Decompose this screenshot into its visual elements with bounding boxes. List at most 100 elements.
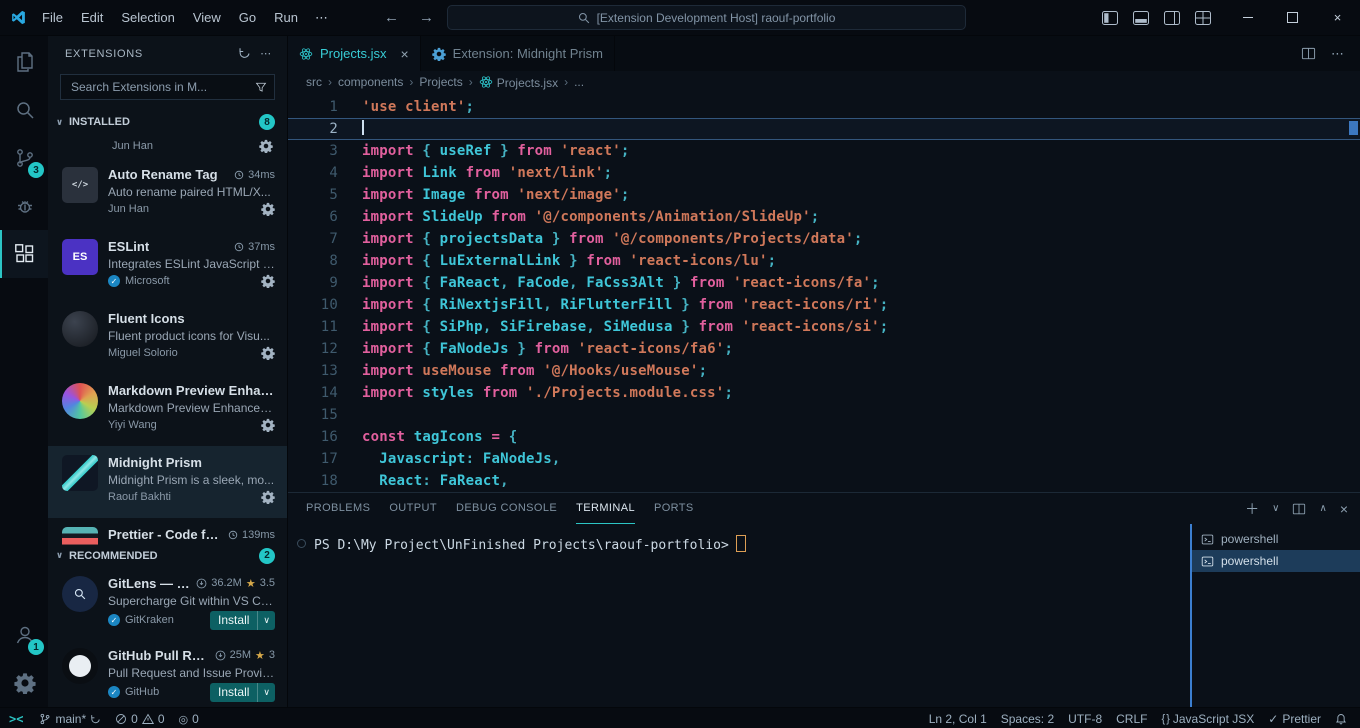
gear-icon[interactable] [259,139,273,153]
accounts-icon[interactable]: 1 [0,611,48,659]
tab-extension-midnight-prism[interactable]: Extension: Midnight Prism [421,36,615,71]
menu-go[interactable]: Go [230,6,265,29]
close-panel-icon[interactable]: × [1340,501,1348,517]
gear-icon[interactable] [261,490,275,505]
code-line: 6 import SlideUp from '@/components/Anima… [288,206,1360,228]
code-line: 14 import styles from './Projects.module.… [288,382,1360,404]
customize-layout-icon[interactable] [1195,10,1211,25]
tab-projects-jsx[interactable]: Projects.jsx × [288,36,421,71]
formatter-indicator[interactable]: ✓ Prettier [1261,708,1328,728]
breadcrumb-item-[interactable]: ... [574,75,584,89]
new-terminal-icon[interactable]: ＋ [1245,499,1259,519]
toggle-secondary-sidebar-icon[interactable] [1164,10,1180,25]
terminal-tab-powershell[interactable]: powershell [1192,528,1360,550]
search-icon[interactable] [0,86,48,134]
editor-more-actions-icon[interactable]: ⋯ [1331,46,1344,62]
line-number: 6 [329,209,338,225]
panel-tab-output[interactable]: OUTPUT [389,493,437,524]
menu-more-icon[interactable]: ⋯ [307,6,336,30]
minimize-button[interactable] [1225,0,1270,35]
breadcrumb-item-src[interactable]: src [306,75,322,89]
chevron-down-icon: ∨ [55,116,64,127]
menu-file[interactable]: File [33,6,72,29]
line-number: 10 [320,297,338,313]
terminal-output[interactable]: PS D:\My Project\UnFinished Projects\rao… [288,524,1190,707]
breadcrumb-item-projects[interactable]: Projects [419,75,462,89]
notifications-bell-icon[interactable] [1328,708,1354,728]
toggle-panel-icon[interactable] [1133,10,1149,25]
more-actions-icon[interactable]: ⋯ [255,43,277,65]
extension-list-item-auto-rename-tag[interactable]: </> Auto Rename Tag 34ms Auto rename paired… [48,158,287,230]
gear-icon[interactable] [261,202,275,217]
extension-list-item-markdown-preview-enhanced[interactable]: Markdown Preview Enhanced Markdown Previe… [48,374,287,446]
menu-selection[interactable]: Selection [112,6,183,29]
extension-list-item-prettier-code-for[interactable]: Prettier - Code for... 139ms [48,518,287,545]
problems-indicator[interactable]: 0 0 [108,708,171,728]
react-icon [299,47,313,61]
gear-icon[interactable] [261,418,275,433]
close-window-button[interactable]: × [1315,0,1360,35]
panel-tab-problems[interactable]: PROBLEMS [306,493,370,524]
installed-section-header[interactable]: ∨ INSTALLED 8 [48,111,287,133]
gear-icon[interactable] [261,274,275,289]
extension-meta: 36.2M ★ 3.5 [196,577,275,590]
maximize-panel-icon[interactable]: ∧ [1319,503,1326,514]
terminal-profile-chevron-icon[interactable]: ∨ [1272,503,1279,514]
command-center-search[interactable]: [Extension Development Host] raouf-portf… [447,5,966,30]
panel-tab-terminal[interactable]: TERMINAL [576,493,635,524]
language-mode[interactable]: { } JavaScript JSX [1154,708,1261,728]
extensions-icon[interactable] [0,230,48,278]
install-button[interactable]: Install ∨ [210,682,275,702]
panel-tab-ports[interactable]: PORTS [654,493,694,524]
settings-gear-icon[interactable] [0,659,48,707]
chevron-down-icon[interactable]: ∨ [257,682,275,702]
extension-list-item-gitlens-git[interactable]: GitLens — Git... 36.2M★3.5 Supercharge Git… [48,567,287,639]
split-editor-icon[interactable] [1301,46,1316,61]
code-editor[interactable]: 1 'use client'; 2 3 import { useRef } from '… [288,93,1360,492]
breadcrumb-item-components[interactable]: components [338,75,403,89]
panel-tab-debug-console[interactable]: DEBUG CONSOLE [456,493,557,524]
gear-icon[interactable] [261,346,275,361]
menu-view[interactable]: View [184,6,230,29]
nav-forward-icon[interactable]: → [419,9,434,26]
run-debug-icon[interactable] [0,182,48,230]
menu-edit[interactable]: Edit [72,6,112,29]
menu-run[interactable]: Run [265,6,307,29]
breadcrumb-item-projects-jsx[interactable]: Projects.jsx [479,75,558,90]
nav-back-icon[interactable]: ← [384,9,399,26]
breadcrumb-separator-icon: › [328,75,332,89]
extensions-search-box[interactable] [60,74,275,100]
filter-icon[interactable] [255,81,267,93]
code-line: 9 import { FaReact, FaCode, FaCss3Alt } f… [288,272,1360,294]
indentation[interactable]: Spaces: 2 [994,708,1061,728]
cursor-position[interactable]: Ln 2, Col 1 [922,708,994,728]
list-item-partial[interactable]: Jun Han [48,133,287,158]
recommended-section-header[interactable]: ∨ RECOMMENDED 2 [48,545,287,567]
install-button[interactable]: Install ∨ [210,610,275,630]
line-number: 9 [329,275,338,291]
terminal-prompt: PS D:\My Project\UnFinished Projects\rao… [314,538,729,553]
extension-list-item-midnight-prism[interactable]: Midnight Prism Midnight Prism is a sleek,… [48,446,287,519]
braces-icon: { } [1161,713,1169,725]
maximize-button[interactable] [1270,0,1315,35]
broadcast-indicator[interactable]: ◎ 0 [172,708,206,728]
toggle-sidebar-icon[interactable] [1102,10,1118,25]
download-count-icon [215,650,226,661]
refresh-icon[interactable] [233,43,255,65]
explorer-icon[interactable] [0,38,48,86]
extensions-search-input[interactable] [69,79,249,95]
terminal-tab-powershell[interactable]: powershell [1192,550,1360,572]
midnight-prism-icon [62,455,98,492]
code-line: 13 import useMouse from '@/Hooks/useMouse… [288,360,1360,382]
extension-list-item-github-pull-req[interactable]: GitHub Pull Req... 25M ★ 3 Pull Request and … [48,639,287,707]
eol-sequence[interactable]: CRLF [1109,708,1154,728]
encoding[interactable]: UTF-8 [1061,708,1109,728]
chevron-down-icon[interactable]: ∨ [257,610,275,630]
extension-list-item-fluent-icons[interactable]: Fluent Icons Fluent product icons for Vis… [48,302,287,374]
split-terminal-icon[interactable] [1292,502,1306,516]
branch-indicator[interactable]: main* [32,708,108,728]
extension-list-item-eslint[interactable]: ES ESLint 37ms Integrates ESLint JavaScript… [48,230,287,302]
close-icon[interactable]: × [400,46,408,62]
source-control-icon[interactable]: 3 [0,134,48,182]
remote-indicator[interactable]: >< [0,708,32,728]
